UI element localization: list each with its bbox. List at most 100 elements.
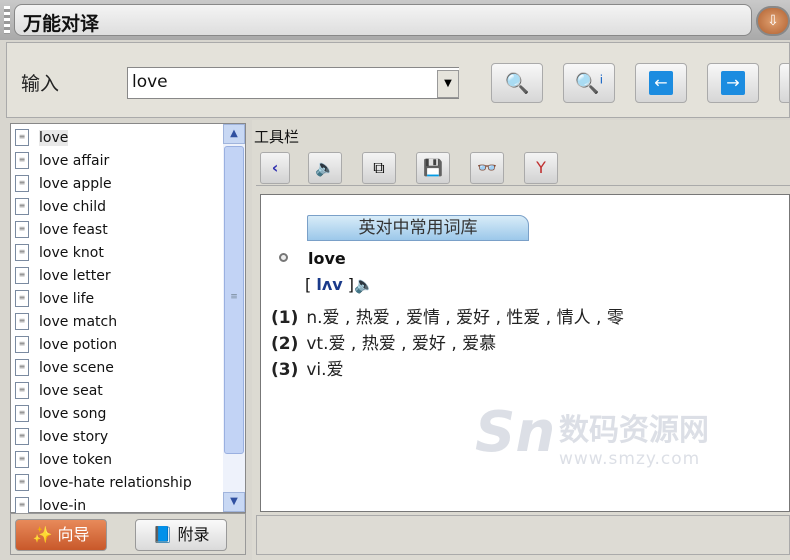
phonetic-text: lʌv: [316, 275, 343, 294]
document-icon: ≡: [15, 198, 29, 215]
search-info-button[interactable]: 🔍ⁱ: [563, 63, 615, 103]
appendix-button[interactable]: 📘 附录: [135, 519, 227, 551]
list-item-label: love child: [39, 198, 107, 215]
list-item[interactable]: ≡ love potion: [11, 333, 223, 356]
list-item[interactable]: ≡ love story: [11, 425, 223, 448]
document-icon: ≡: [15, 290, 29, 307]
definition-number: (2): [271, 334, 299, 354]
list-item-label: love potion: [39, 336, 118, 353]
save-icon[interactable]: 💾: [416, 152, 450, 184]
input-bar: 输入 ▼ 🔍 🔍ⁱ ← →: [6, 42, 790, 118]
definition-1: (1) n.爱 , 热爱 , 爱情 , 爱好 , 性爱 , 情人 , 零: [271, 303, 624, 328]
title-bar: 万能对译 ⇩: [0, 0, 790, 40]
list-item[interactable]: ≡ love feast: [11, 218, 223, 241]
definition-text: n.爱 , 热爱 , 爱情 , 爱好 , 性爱 , 情人 , 零: [306, 308, 624, 328]
list-item-label: love: [39, 129, 69, 146]
list-item-label: love scene: [39, 359, 114, 376]
list-item[interactable]: ≡ love letter: [11, 264, 223, 287]
list-item[interactable]: ≡ love scene: [11, 356, 223, 379]
more-button[interactable]: [779, 63, 789, 103]
watermark-name: 数码资源网: [559, 413, 709, 448]
list-item[interactable]: ≡ love life: [11, 287, 223, 310]
window-title: 万能对译: [14, 4, 752, 36]
guide-button[interactable]: ✨ 向导: [15, 519, 107, 551]
word-input[interactable]: [128, 68, 428, 96]
copy-icon[interactable]: ⧉: [362, 152, 396, 184]
filter-icon[interactable]: Y: [524, 152, 558, 184]
list-item-label: love knot: [39, 244, 104, 261]
document-icon: ≡: [15, 428, 29, 445]
scroll-thumb[interactable]: ≡: [224, 146, 244, 454]
list-item-label: love-hate relationship: [39, 474, 192, 491]
back-icon[interactable]: ‹: [260, 152, 290, 184]
definition-2: (2) vt.爱 , 热爱 , 爱好 , 爱慕: [271, 329, 496, 354]
magnifier-info-icon: 🔍ⁱ: [574, 71, 604, 95]
definition-text: vt.爱 , 热爱 , 爱好 , 爱慕: [306, 334, 497, 354]
pronounce-speaker-icon[interactable]: 🔈: [354, 275, 374, 294]
result-panel: 工具栏 ‹ 🔈 ⧉ 💾 👓 Y 英对中常用词库 love [ lʌv ]🔈 (1…: [252, 120, 790, 560]
definition-text: vi.爱: [306, 360, 344, 380]
document-icon: ≡: [15, 405, 29, 422]
search-button[interactable]: 🔍: [491, 63, 543, 103]
document-icon: ≡: [15, 474, 29, 491]
list-item-label: love letter: [39, 267, 111, 284]
document-icon: ≡: [15, 175, 29, 192]
vertical-scrollbar[interactable]: ▲ ≡ ▼: [223, 124, 245, 512]
headword: love: [308, 249, 346, 268]
document-icon: ≡: [15, 359, 29, 376]
drag-grip[interactable]: [4, 6, 10, 34]
arrow-left-icon: ←: [649, 71, 673, 95]
list-item[interactable]: ≡ love seat: [11, 379, 223, 402]
status-bar: [256, 515, 790, 555]
list-item-label: love apple: [39, 175, 112, 192]
bullet-icon: [279, 253, 288, 262]
list-item[interactable]: ≡ love affair: [11, 149, 223, 172]
document-icon: ≡: [15, 267, 29, 284]
input-label: 输入: [21, 73, 60, 95]
speaker-icon[interactable]: 🔈: [308, 152, 342, 184]
watermark-logo: Sn: [475, 400, 556, 465]
menu-orb-button[interactable]: ⇩: [756, 6, 790, 36]
watermark: Sn 数码资源网 www.smzy.com: [475, 405, 709, 470]
document-icon: ≡: [15, 382, 29, 399]
list-item-label: love-in: [39, 497, 87, 514]
wand-icon: ✨: [32, 525, 53, 544]
list-item[interactable]: ≡ love apple: [11, 172, 223, 195]
scroll-up-icon[interactable]: ▲: [223, 124, 245, 144]
left-button-bar: ✨ 向导 📘 附录: [10, 513, 246, 555]
appendix-label: 附录: [177, 525, 210, 544]
document-icon: ≡: [15, 497, 29, 514]
binoculars-icon[interactable]: 👓: [470, 152, 504, 184]
forward-button[interactable]: →: [707, 63, 759, 103]
list-item[interactable]: ≡ love match: [11, 310, 223, 333]
word-combobox[interactable]: ▼: [127, 67, 459, 99]
magnifier-icon: 🔍: [504, 71, 530, 95]
guide-label: 向导: [57, 525, 90, 544]
back-button[interactable]: ←: [635, 63, 687, 103]
list-item[interactable]: ≡ love: [11, 126, 223, 149]
document-icon: ≡: [15, 152, 29, 169]
definition-view: 英对中常用词库 love [ lʌv ]🔈 (1) n.爱 , 热爱 , 爱情 ,…: [260, 194, 790, 512]
list-item[interactable]: ≡ love token: [11, 448, 223, 471]
list-item-label: love token: [39, 451, 112, 468]
list-item[interactable]: ≡ love song: [11, 402, 223, 425]
document-icon: ≡: [15, 451, 29, 468]
list-item-label: love story: [39, 428, 109, 445]
document-icon: ≡: [15, 336, 29, 353]
definition-number: (1): [271, 308, 299, 328]
dropdown-arrow-icon[interactable]: ▼: [437, 70, 459, 98]
document-icon: ≡: [15, 313, 29, 330]
list-item[interactable]: ≡ love-hate relationship: [11, 471, 223, 494]
dictionary-tab[interactable]: 英对中常用词库: [307, 215, 529, 241]
word-list: ≡ love ≡ love affair ≡ love apple ≡ love child ≡…: [11, 126, 223, 517]
list-item-label: love affair: [39, 152, 110, 169]
list-item-label: love song: [39, 405, 107, 422]
arrow-right-icon: →: [721, 71, 745, 95]
definition-3: (3) vi.爱: [271, 355, 344, 380]
document-icon: ≡: [15, 244, 29, 261]
list-item[interactable]: ≡ love child: [11, 195, 223, 218]
list-item-label: love feast: [39, 221, 108, 238]
scroll-down-icon[interactable]: ▼: [223, 492, 245, 512]
list-item[interactable]: ≡ love knot: [11, 241, 223, 264]
list-item-label: love seat: [39, 382, 103, 399]
